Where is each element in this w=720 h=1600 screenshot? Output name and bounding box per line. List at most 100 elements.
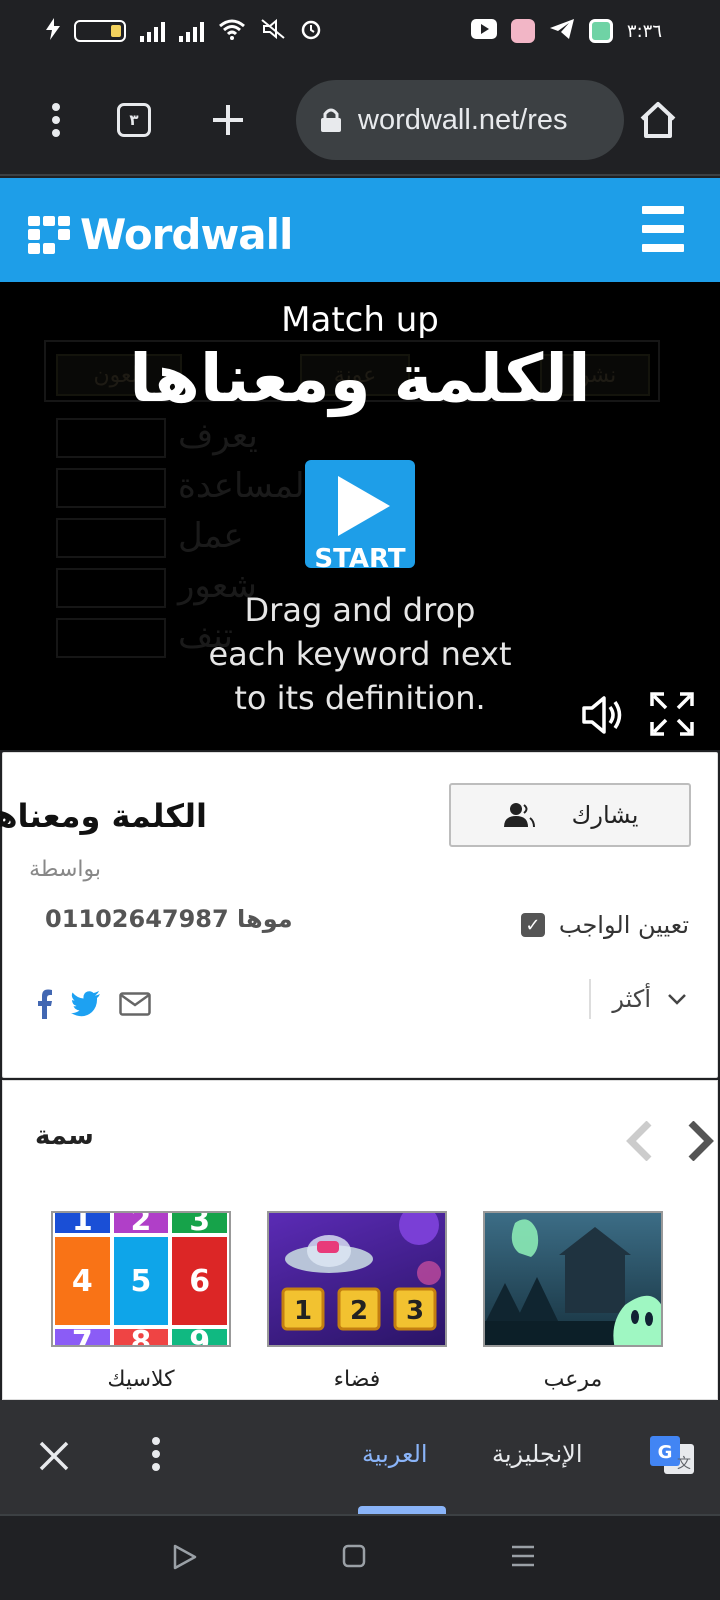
translate-target-tab[interactable]: العربية — [362, 1440, 428, 1468]
spooky-preview — [485, 1219, 661, 1345]
app-green-icon — [588, 19, 613, 43]
telegram-icon — [549, 18, 575, 44]
theme-label: مرعب — [543, 1367, 603, 1392]
theme-next-button[interactable] — [687, 1120, 717, 1171]
bg-word: يعرف — [178, 416, 258, 456]
signal-2-icon — [179, 20, 204, 42]
social-share — [37, 989, 151, 1023]
game-type-label: Match up — [281, 300, 439, 340]
bg-word: عمل — [178, 516, 244, 556]
assign-label: تعيين الواجب — [558, 911, 689, 939]
share-button[interactable]: يشارك — [449, 783, 691, 847]
classic-preview: 1 2 3 4 5 6 7 8 9 — [53, 1213, 229, 1345]
google-translate-icon: G文 — [650, 1436, 694, 1476]
bg-word: المساعدة — [178, 466, 315, 506]
space-number: 2 — [350, 1296, 368, 1326]
theme-prev-button[interactable] — [623, 1120, 653, 1171]
space-preview: 1 2 3 — [281, 1213, 441, 1331]
hamburger-menu-button[interactable] — [642, 206, 684, 252]
instructions-line: each keyword next — [208, 635, 512, 673]
battery-icon — [74, 20, 126, 42]
activity-title: الكلمة ومعناها — [0, 797, 207, 835]
new-tab-button[interactable] — [200, 92, 256, 148]
kebab-icon — [52, 103, 60, 137]
lock-icon — [321, 108, 341, 132]
browser-menu-button[interactable] — [28, 92, 84, 148]
game-title: الكلمة ومعناها — [129, 340, 591, 417]
mute-icon — [260, 18, 286, 44]
status-time: ٣:٣٦ — [626, 20, 662, 42]
tab-switcher-button[interactable]: ٣ — [106, 92, 162, 148]
tab-count: ٣ — [117, 103, 151, 137]
by-label: بواسطة — [29, 857, 101, 882]
classic-tile: 6 — [172, 1237, 227, 1325]
theme-spooky-thumbnail[interactable] — [483, 1211, 663, 1347]
play-icon — [338, 476, 390, 536]
theme-label: فضاء — [333, 1367, 381, 1392]
translate-menu-button[interactable] — [150, 1436, 162, 1482]
browser-toolbar: ٣ wordwall.net/res — [0, 64, 720, 176]
translate-bar: العربية الإنجليزية G文 — [0, 1400, 720, 1514]
home-icon — [640, 102, 676, 138]
nav-recents-button[interactable] — [510, 1544, 536, 1572]
activity-info-card: يشارك الكلمة ومعناها بواسطة 01102647987 … — [0, 752, 718, 1078]
signal-icon — [140, 20, 165, 42]
assign-checkbox[interactable]: ✓ — [520, 913, 545, 937]
theme-label: كلاسيك — [107, 1367, 175, 1392]
email-icon[interactable] — [119, 992, 151, 1020]
classic-tile: 7 — [55, 1325, 110, 1345]
theme-card: سمة 1 2 3 4 5 6 7 8 9 كلاسيك 1 2 3 فضاء … — [2, 1080, 718, 1400]
start-label: START — [314, 544, 406, 574]
divider — [589, 979, 591, 1019]
nav-back-button[interactable] — [172, 1544, 198, 1574]
sound-button[interactable] — [580, 692, 626, 738]
translate-close-button[interactable] — [38, 1436, 70, 1482]
wordwall-grid-icon — [28, 215, 70, 254]
status-bar: ٣:٣٦ — [0, 0, 720, 64]
status-icons-left — [46, 18, 322, 44]
url-text: wordwall.net/res — [358, 103, 568, 136]
back-triangle-icon — [173, 1544, 197, 1570]
more-label: أكثر — [612, 985, 651, 1013]
twitter-icon[interactable] — [71, 991, 101, 1021]
fullscreen-button[interactable] — [650, 692, 696, 738]
classic-tile: 1 — [55, 1213, 110, 1238]
classic-tile: 2 — [113, 1213, 169, 1238]
kebab-icon — [152, 1437, 160, 1471]
start-button[interactable]: START — [305, 460, 415, 574]
author-name[interactable]: 01102647987 موها — [45, 905, 293, 933]
theme-classic-thumbnail[interactable]: 1 2 3 4 5 6 7 8 9 — [51, 1211, 231, 1347]
home-square-icon — [342, 1544, 366, 1568]
close-icon — [39, 1441, 69, 1471]
home-button[interactable] — [630, 92, 686, 148]
space-number: 3 — [406, 1296, 424, 1326]
chevron-left-icon — [626, 1120, 652, 1162]
alarm-icon — [300, 18, 322, 44]
classic-tile: 4 — [55, 1237, 110, 1325]
wordwall-logo[interactable]: Wordwall — [28, 210, 293, 259]
facebook-icon[interactable] — [37, 989, 53, 1023]
plus-icon — [213, 105, 243, 135]
speaker-icon — [582, 696, 622, 734]
assign-homework[interactable]: تعيين الواجب ✓ — [520, 911, 689, 939]
space-number: 1 — [294, 1296, 312, 1326]
translate-source-tab[interactable]: الإنجليزية — [492, 1440, 583, 1468]
svg-text:文: 文 — [677, 1456, 691, 1472]
menu-lines-icon — [512, 1545, 534, 1567]
app-pink-icon — [510, 19, 535, 43]
nav-home-button[interactable] — [342, 1544, 366, 1572]
game-preview[interactable]: العون عونة نشن يعرف المساعدة عمل شعور تن… — [0, 282, 720, 750]
youtube-icon — [470, 19, 497, 43]
users-icon — [503, 803, 535, 828]
theme-title: سمة — [35, 1121, 94, 1151]
classic-tile: 3 — [172, 1213, 227, 1238]
site-header: Wordwall — [0, 178, 720, 282]
more-dropdown[interactable]: أكثر — [612, 985, 687, 1013]
fullscreen-icon — [650, 692, 694, 736]
classic-tile: 9 — [172, 1325, 227, 1345]
wifi-icon — [218, 18, 246, 44]
charging-icon — [46, 18, 60, 44]
share-label: يشارك — [571, 801, 639, 829]
url-bar[interactable]: wordwall.net/res — [296, 80, 624, 160]
theme-space-thumbnail[interactable]: 1 2 3 — [267, 1211, 447, 1347]
